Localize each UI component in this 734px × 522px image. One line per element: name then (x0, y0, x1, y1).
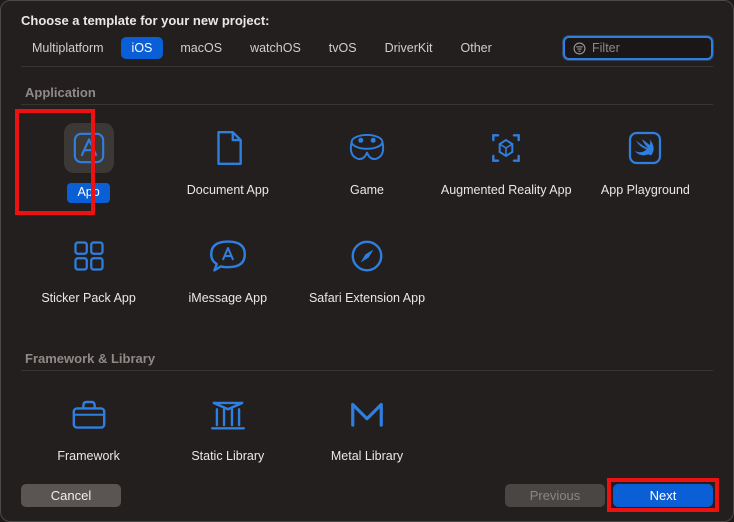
safari-icon (348, 237, 386, 275)
template-label: Safari Extension App (309, 291, 425, 323)
previous-button: Previous (505, 484, 605, 507)
template-label: Sticker Pack App (41, 291, 136, 323)
ar-icon (487, 129, 525, 167)
tab-tvos[interactable]: tvOS (318, 37, 368, 59)
platform-tabbar: Multiplatform iOS macOS watchOS tvOS Dri… (21, 36, 713, 67)
application-grid: App Document App (21, 115, 713, 327)
template-tile-document-app[interactable]: Document App (160, 115, 295, 219)
section-header-framework: Framework & Library (21, 343, 713, 371)
template-tile-ar-app[interactable]: Augmented Reality App (439, 115, 574, 219)
template-tile-imessage-app[interactable]: iMessage App (160, 223, 295, 327)
app-icon (72, 131, 106, 165)
filter-icon (573, 41, 586, 55)
tab-driverkit[interactable]: DriverKit (374, 37, 444, 59)
template-tile-static-library[interactable]: Static Library (160, 381, 295, 474)
template-label: Metal Library (331, 449, 403, 474)
imessage-icon (208, 238, 248, 274)
tab-multiplatform[interactable]: Multiplatform (21, 37, 115, 59)
sticker-icon (71, 238, 107, 274)
footer-bar: Cancel Previous Next (1, 474, 733, 521)
tab-macos[interactable]: macOS (169, 37, 233, 59)
tab-ios[interactable]: iOS (121, 37, 164, 59)
template-tile-framework[interactable]: Framework (21, 381, 156, 474)
template-label: Augmented Reality App (441, 183, 572, 215)
game-icon (347, 131, 387, 165)
filter-input[interactable] (592, 41, 734, 55)
template-tile-sticker-pack[interactable]: Sticker Pack App (21, 223, 156, 327)
template-tile-metal-library[interactable]: Metal Library (299, 381, 434, 474)
template-label: iMessage App (189, 291, 268, 323)
template-label: App (67, 183, 109, 203)
template-label: Framework (57, 449, 120, 474)
metal-icon (348, 397, 386, 431)
template-label: App Playground (601, 183, 690, 215)
cancel-button[interactable]: Cancel (21, 484, 121, 507)
template-tile-safari-extension[interactable]: Safari Extension App (299, 223, 434, 327)
dialog-title: Choose a template for your new project: (1, 13, 733, 36)
template-label: Game (350, 183, 384, 215)
next-button[interactable]: Next (613, 484, 713, 507)
template-list: Application App (1, 77, 733, 474)
template-label: Document App (187, 183, 269, 215)
staticlib-icon (209, 396, 247, 432)
template-label: Static Library (191, 449, 264, 474)
document-icon (212, 129, 244, 167)
template-tile-app[interactable]: App (21, 115, 156, 219)
tab-watchos[interactable]: watchOS (239, 37, 312, 59)
template-tile-app-playground[interactable]: App Playground (578, 115, 713, 219)
filter-field[interactable] (563, 36, 713, 60)
template-chooser-window: Choose a template for your new project: … (0, 0, 734, 522)
tab-other[interactable]: Other (450, 37, 503, 59)
framework-icon (69, 397, 109, 431)
template-tile-game[interactable]: Game (299, 115, 434, 219)
framework-grid: Framework (21, 381, 713, 474)
section-header-application: Application (21, 77, 713, 105)
swift-icon (627, 130, 663, 166)
